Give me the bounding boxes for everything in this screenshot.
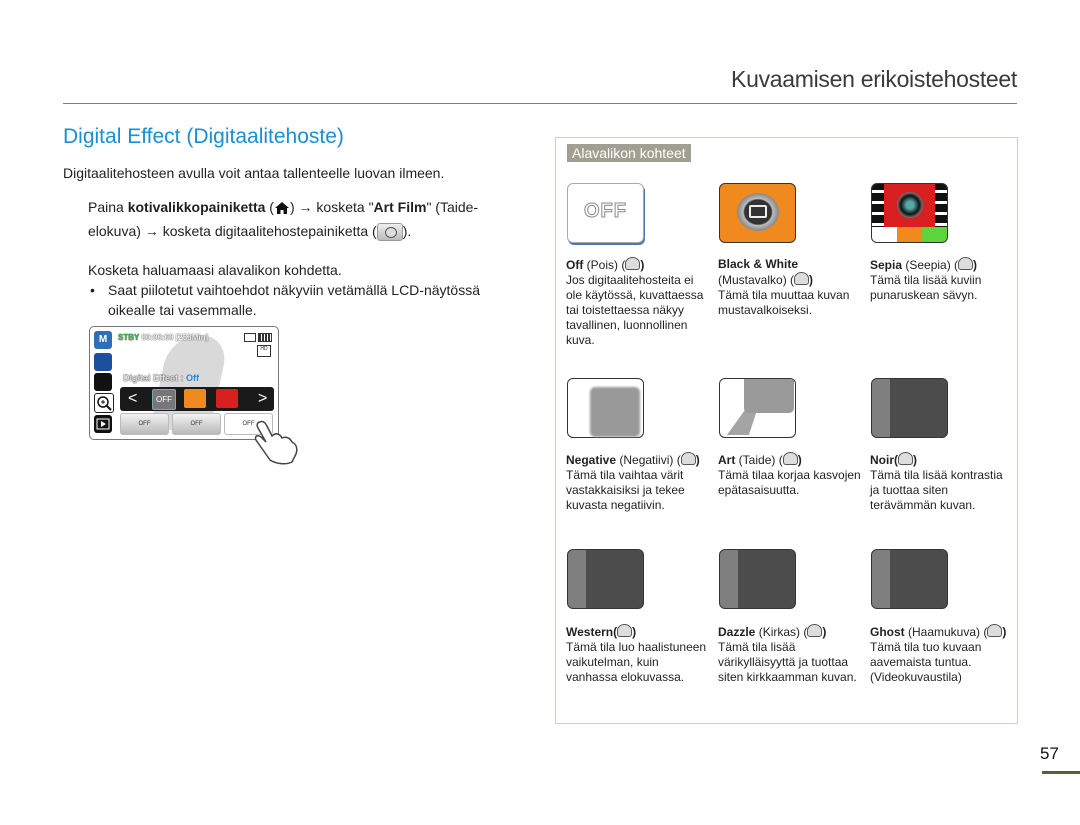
panel-tag: Alavalikon kohteet xyxy=(567,144,691,162)
western-effect-tile xyxy=(567,549,648,613)
digital-effect-icon xyxy=(376,223,403,242)
step-1-text: Paina kotivalikkopainiketta ( ) → kosketa… xyxy=(88,195,528,243)
art-film-label: Art Film xyxy=(373,199,427,215)
ismart-button[interactable] xyxy=(94,353,112,371)
pointing-hand-icon xyxy=(254,420,298,465)
digital-effect-label: Digital Effect : Off xyxy=(123,373,199,383)
stby-label: STBY xyxy=(118,333,140,342)
negative-effect-tile xyxy=(567,378,648,442)
dazzle-effect-icon xyxy=(807,624,823,637)
effect-label-text: Digital Effect : xyxy=(123,373,187,383)
recording-status: STBY 00:00:00 [253Min] xyxy=(118,333,208,342)
page-heading: Digital Effect (Digitaalitehoste) xyxy=(63,125,344,148)
playback-icon[interactable] xyxy=(94,415,112,433)
camera-lens-icon xyxy=(897,192,923,218)
home-icon xyxy=(274,202,289,215)
effect-option-sepia[interactable] xyxy=(216,389,238,408)
mode-icon[interactable]: M xyxy=(94,331,112,349)
step-1-part: ( xyxy=(265,199,274,215)
time-remaining: 00:00:00 [253Min] xyxy=(141,333,209,342)
battery-icon xyxy=(258,333,272,342)
memory-card-icon xyxy=(244,333,256,342)
effect-description-off: Off (Pois) () Jos digitaalitehosteita ei … xyxy=(566,257,704,347)
bullet-text: Saat piilotetut vaihtoehdot näkyviin vet… xyxy=(108,282,480,318)
western-effect-icon xyxy=(617,624,633,637)
bullet-dot: • xyxy=(90,282,95,298)
lcd-bottom-button-1[interactable]: OFF xyxy=(120,413,169,435)
effect-description-dazzle: Dazzle (Kirkas) () Tämä tila lisää väriky… xyxy=(718,624,857,684)
effect-option-off[interactable]: OFF xyxy=(152,389,176,410)
effect-description-art: Art (Taide) () Tämä tilaa korjaa kasvojen… xyxy=(718,452,861,497)
prev-arrow-button[interactable]: < xyxy=(128,390,137,408)
effect-description-negative: Negative (Negatiivi) () Tämä tila vaihtaa… xyxy=(566,452,700,512)
ghost-effect-icon xyxy=(987,624,1003,637)
off-tile-label: OFF xyxy=(584,200,627,223)
bullet-item: • Saat piilotetut vaihtoehdot näkyviin v… xyxy=(90,280,530,320)
negative-effect-icon xyxy=(680,452,696,465)
ghost-effect-tile xyxy=(871,549,952,613)
off-effect-tile: OFF xyxy=(567,183,647,245)
effect-description-ghost: Ghost (Haamukuva) () Tämä tila tuo kuvaan… xyxy=(870,624,1007,684)
camera-lens-icon xyxy=(737,193,779,231)
art-effect-icon xyxy=(782,452,798,465)
next-arrow-button[interactable]: > xyxy=(258,390,267,408)
step-2-text: Kosketa haluamaasi alavalikon kohdetta. xyxy=(88,262,342,278)
effect-description-noir: Noir() Tämä tila lisää kontrastia ja tuot… xyxy=(870,452,1003,512)
noir-effect-icon xyxy=(898,452,913,465)
intro-text: Digitaalitehosteen avulla voit antaa tal… xyxy=(63,165,445,181)
bw-effect-icon xyxy=(794,272,810,285)
effect-description-sepia: Sepia (Seepia) () Tämä tila lisää kuviin … xyxy=(870,257,982,302)
zoom-icon[interactable] xyxy=(94,393,114,413)
off-effect-icon xyxy=(625,257,641,270)
page-number-bar xyxy=(1042,771,1080,774)
effect-value: Off xyxy=(186,373,200,383)
black-white-effect-tile xyxy=(719,183,800,247)
lcd-bottom-button-2[interactable]: OFF xyxy=(172,413,221,435)
effect-option-bw[interactable] xyxy=(184,389,206,408)
step-1-part: Paina xyxy=(88,199,128,215)
effect-description-western: Western() Tämä tila luo haalistuneen vaik… xyxy=(566,624,707,684)
header-divider xyxy=(63,103,1017,104)
sepia-effect-tile xyxy=(871,183,952,247)
step-1-part: ) → kosketa " xyxy=(289,199,374,215)
effect-description-black-white: Black & White (Mustavalko) () Tämä tila m… xyxy=(718,257,850,317)
art-effect-tile xyxy=(719,378,800,442)
page-number: 57 xyxy=(1040,744,1059,763)
effect-option-strip: < OFF > xyxy=(120,387,274,411)
step-1-part: ). xyxy=(402,223,412,239)
dazzle-effect-tile xyxy=(719,549,800,613)
lcd-screen-illustration: M STBY 00:00:00 [253Min] HD Digital Effe… xyxy=(89,326,279,440)
section-title: Kuvaamisen erikoistehosteet xyxy=(731,66,1017,92)
sepia-effect-icon xyxy=(958,257,974,270)
noir-effect-tile xyxy=(871,378,952,442)
hd-quality-icon: HD xyxy=(257,345,271,357)
card-button[interactable] xyxy=(94,373,112,391)
submenu-items-panel: Alavalikon kohteet OFF Off (Pois) () Jos … xyxy=(555,137,1018,724)
home-button-label: kotivalikkopainiketta xyxy=(127,199,266,215)
